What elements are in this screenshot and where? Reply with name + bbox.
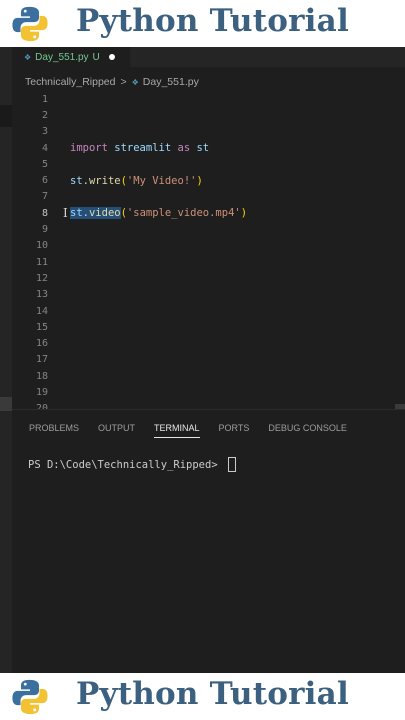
tab-debug-console[interactable]: DEBUG CONSOLE <box>268 423 347 438</box>
code-line[interactable]: 7 <box>12 189 405 205</box>
line-number: 14 <box>35 305 48 317</box>
code-line[interactable]: 12 <box>12 270 405 286</box>
code-line[interactable]: 15 <box>12 319 405 335</box>
line-number: 18 <box>35 370 48 382</box>
editor-tab-bar: ❖ Day_551.py U <box>12 47 405 67</box>
code-line[interactable]: 6 st.write('My Video!') <box>12 172 405 188</box>
code-area[interactable]: 1 2 3 4 import streamlit as st 5 6 st.wr… <box>12 91 405 417</box>
code-text-import: import streamlit as st <box>70 142 210 155</box>
bottom-banner: Python Tutorial <box>0 673 405 720</box>
code-text-video: st.video('sample_video.mp4') <box>70 207 248 220</box>
code-line[interactable]: 3 <box>12 124 405 140</box>
line-number: 12 <box>35 272 48 284</box>
line-number: 15 <box>35 321 48 333</box>
code-line[interactable]: 13 <box>12 287 405 303</box>
python-file-icon: ❖ <box>131 77 139 87</box>
code-line[interactable]: 10 <box>12 238 405 254</box>
line-number: 2 <box>41 109 48 121</box>
terminal-input[interactable]: PS D:\Code\Technically_Ripped> <box>28 457 236 472</box>
code-line[interactable]: 4 import streamlit as st <box>12 140 405 156</box>
line-number: 11 <box>35 256 48 268</box>
line-number: 3 <box>41 126 48 138</box>
line-number: 8 <box>41 207 48 219</box>
code-line[interactable]: 9 <box>12 221 405 237</box>
unsaved-dot-icon[interactable] <box>108 54 115 60</box>
code-line[interactable]: 19 <box>12 384 405 400</box>
python-logo-icon <box>12 6 48 42</box>
breadcrumb-file[interactable]: Day_551.py <box>143 76 199 88</box>
code-line[interactable]: 17 <box>12 352 405 368</box>
line-number: 1 <box>41 93 48 105</box>
activity-bar-item[interactable] <box>0 105 12 127</box>
activity-bar <box>0 47 12 673</box>
top-banner: Python Tutorial <box>0 0 405 47</box>
bottom-panel: PROBLEMS OUTPUT TERMINAL PORTS DEBUG CON… <box>12 409 405 673</box>
editor-tab-day-551[interactable]: ❖ Day_551.py U <box>12 47 130 67</box>
breadcrumb-separator: > <box>120 76 127 88</box>
panel-tab-bar: PROBLEMS OUTPUT TERMINAL PORTS DEBUG CON… <box>29 423 366 438</box>
code-line[interactable]: 5 <box>12 156 405 172</box>
breadcrumb: Technically_Ripped > ❖ Day_551.py <box>25 74 199 90</box>
python-logo-icon <box>12 679 48 715</box>
tab-terminal[interactable]: TERMINAL <box>154 423 200 438</box>
breadcrumb-folder[interactable]: Technically_Ripped <box>25 76 115 88</box>
code-line[interactable]: 16 <box>12 335 405 351</box>
terminal-prompt: PS D:\Code\Technically_Ripped> <box>28 458 224 471</box>
line-number: 6 <box>41 175 48 187</box>
line-number: 16 <box>35 338 48 350</box>
code-editor-window: ❖ Day_551.py U Technically_Ripped > ❖ Da… <box>0 47 405 673</box>
tab-filename: Day_551.py <box>35 51 89 63</box>
banner-title: Python Tutorial <box>76 676 349 712</box>
line-number: 5 <box>41 158 48 170</box>
code-line[interactable]: 1 <box>12 91 405 107</box>
activity-bar-item[interactable] <box>0 397 12 411</box>
line-number: 7 <box>41 191 48 203</box>
tab-ports[interactable]: PORTS <box>219 423 250 438</box>
tab-problems[interactable]: PROBLEMS <box>29 423 79 438</box>
line-number: 4 <box>41 142 48 154</box>
code-line[interactable]: 18 <box>12 368 405 384</box>
line-number: 19 <box>35 386 48 398</box>
python-file-icon: ❖ <box>24 52 32 62</box>
line-number: 13 <box>35 289 48 301</box>
code-text-write: st.write('My Video!') <box>70 174 203 187</box>
banner-title: Python Tutorial <box>76 3 349 39</box>
line-number: 17 <box>35 354 48 366</box>
terminal-cursor <box>227 457 236 472</box>
code-line[interactable]: 14 <box>12 303 405 319</box>
line-number: 10 <box>35 240 48 252</box>
code-line[interactable]: 11 <box>12 254 405 270</box>
code-line[interactable]: 2 <box>12 107 405 123</box>
code-line-active[interactable]: 8 I st.video('sample_video.mp4') <box>12 205 405 221</box>
line-number: 9 <box>41 224 48 236</box>
text-cursor-icon: I <box>63 206 68 221</box>
untracked-marker: U <box>92 51 100 63</box>
tab-output[interactable]: OUTPUT <box>98 423 135 438</box>
